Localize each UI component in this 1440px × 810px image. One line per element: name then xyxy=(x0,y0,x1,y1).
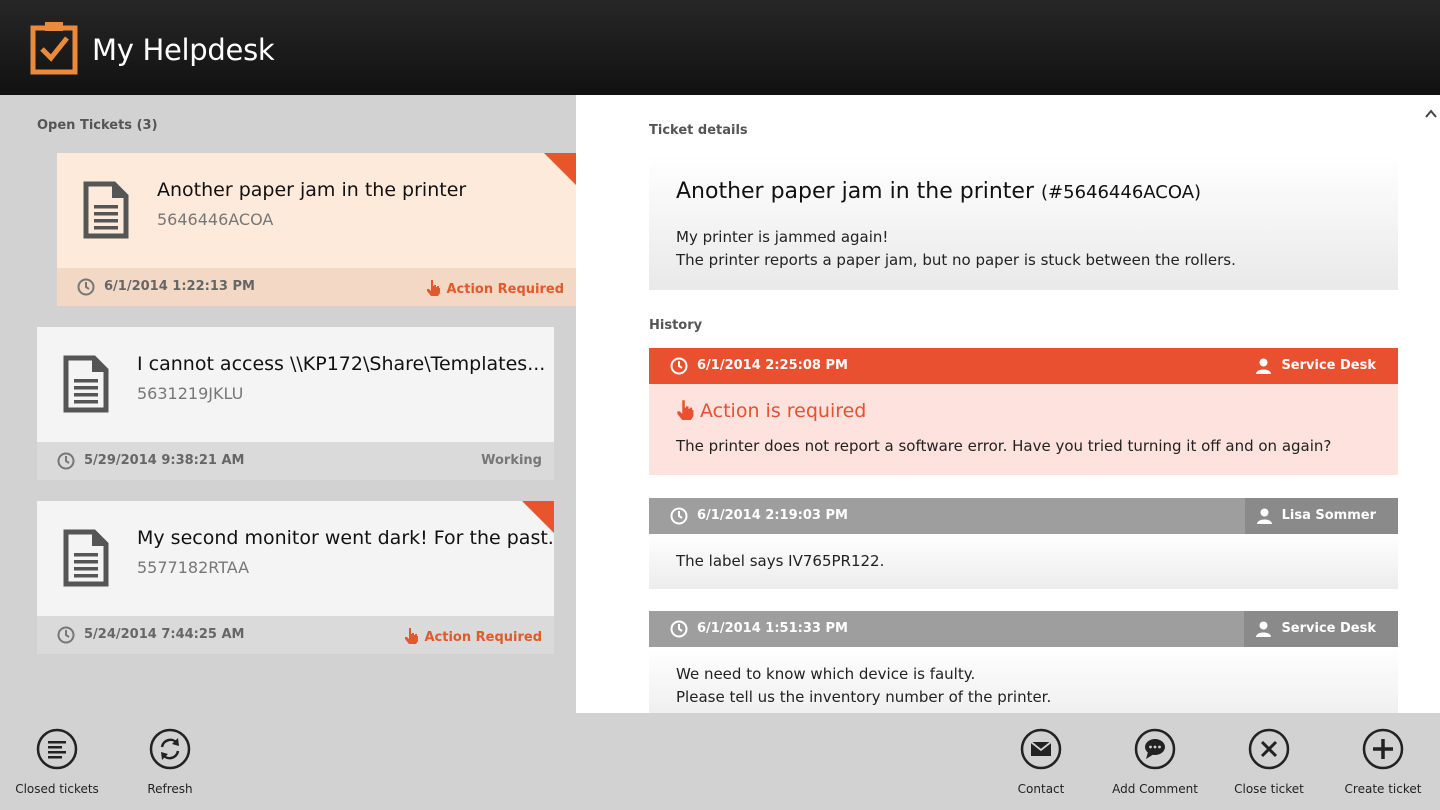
app-header: My Helpdesk xyxy=(0,0,1440,95)
ticket-date: 5/29/2014 9:38:21 AM xyxy=(84,453,245,468)
history-date: 6/1/2014 2:19:03 PM xyxy=(697,508,848,523)
history-message-line: The label says IV765PR122. xyxy=(676,552,885,570)
person-icon xyxy=(1256,508,1272,524)
ticket-item[interactable]: I cannot access \\KP172\Share\Templates.… xyxy=(37,327,554,480)
create-ticket-button[interactable]: Create ticket xyxy=(1328,728,1438,796)
clock-icon xyxy=(670,620,688,638)
ticket-footer: 6/1/2014 1:22:13 PM Action Required xyxy=(57,268,576,306)
ticket-item[interactable]: My second monitor went dark! For the pas… xyxy=(37,501,554,654)
clipboard-check-icon xyxy=(30,22,78,75)
contact-button[interactable]: Contact xyxy=(986,728,1096,796)
ticket-title: My second monitor went dark! For the pas… xyxy=(137,527,554,549)
refresh-button[interactable]: Refresh xyxy=(115,728,225,796)
pointing-hand-icon xyxy=(405,628,419,644)
detail-ticket-number: (#5646446ACOA) xyxy=(1041,182,1202,203)
ticket-status: Action Required xyxy=(404,627,542,645)
history-entry: 6/1/2014 2:25:08 PM Service Desk Action … xyxy=(649,348,1398,475)
history-entry: 6/1/2014 1:51:33 PM Service Desk We need… xyxy=(649,611,1398,713)
history-entry-header: 6/1/2014 2:25:08 PM Service Desk xyxy=(649,348,1398,384)
mail-icon xyxy=(1020,728,1062,770)
history-entry: 6/1/2014 2:19:03 PM Lisa Sommer The labe… xyxy=(649,498,1398,589)
comment-icon xyxy=(1134,728,1176,770)
ticket-status: Action Required xyxy=(426,279,564,297)
refresh-icon xyxy=(149,728,191,770)
history-entry-header: 6/1/2014 2:19:03 PM Lisa Sommer xyxy=(649,498,1398,534)
add-comment-button[interactable]: Add Comment xyxy=(1100,728,1210,796)
ticket-status: Working xyxy=(481,453,542,468)
closed-tickets-button[interactable]: Closed tickets xyxy=(2,728,112,796)
app-title: My Helpdesk xyxy=(92,33,275,67)
history-user: Service Desk xyxy=(1244,611,1398,647)
person-icon xyxy=(1256,358,1272,374)
action-corner-flag xyxy=(522,501,554,533)
clock-icon xyxy=(57,626,75,644)
history-message-line: Please tell us the inventory number of t… xyxy=(676,688,1052,706)
detail-description-line: My printer is jammed again! xyxy=(676,228,889,246)
clock-icon xyxy=(670,507,688,525)
pointing-hand-icon xyxy=(677,400,694,420)
document-icon xyxy=(83,181,129,239)
ticket-detail-pane[interactable]: Ticket details Another paper jam in the … xyxy=(576,95,1422,713)
action-corner-flag xyxy=(544,153,576,185)
ticket-id: 5646446ACOA xyxy=(157,210,274,229)
action-required-heading: Action is required xyxy=(676,399,866,422)
ticket-item-selected[interactable]: Another paper jam in the printer 5646446… xyxy=(57,153,576,306)
history-label: History xyxy=(649,318,703,333)
history-entry-body: Action is required The printer does not … xyxy=(649,384,1398,475)
person-icon xyxy=(1256,621,1272,637)
history-date: 6/1/2014 1:51:33 PM xyxy=(697,621,848,636)
document-icon xyxy=(63,355,109,413)
plus-icon xyxy=(1362,728,1404,770)
clock-icon xyxy=(57,452,75,470)
close-icon xyxy=(1248,728,1290,770)
history-message-line: The printer does not report a software e… xyxy=(676,437,1332,455)
clock-icon xyxy=(670,357,688,375)
document-icon xyxy=(63,529,109,587)
list-icon xyxy=(36,728,78,770)
ticket-title: Another paper jam in the printer xyxy=(157,179,467,201)
history-message-line: We need to know which device is faulty. xyxy=(676,665,976,683)
history-entry-header: 6/1/2014 1:51:33 PM Service Desk xyxy=(649,611,1398,647)
ticket-id: 5577182RTAA xyxy=(137,558,250,577)
pointing-hand-icon xyxy=(427,280,441,296)
detail-description-line: The printer reports a paper jam, but no … xyxy=(676,251,1236,269)
history-entry-body: The label says IV765PR122. xyxy=(649,534,1398,589)
history-user: Service Desk xyxy=(1244,348,1398,384)
history-entry-body: We need to know which device is faulty. … xyxy=(649,647,1398,713)
ticket-footer: 5/24/2014 7:44:25 AM Action Required xyxy=(37,616,554,654)
close-ticket-button[interactable]: Close ticket xyxy=(1214,728,1324,796)
ticket-title: I cannot access \\KP172\Share\Templates.… xyxy=(137,353,546,375)
ticket-date: 6/1/2014 1:22:13 PM xyxy=(104,279,255,294)
app-bar: Closed tickets Refresh Contact Add Comme… xyxy=(0,713,1440,810)
ticket-footer: 5/29/2014 9:38:21 AM Working xyxy=(37,442,554,480)
detail-scrollbar[interactable] xyxy=(1422,95,1440,713)
history-date: 6/1/2014 2:25:08 PM xyxy=(697,358,848,373)
clock-icon xyxy=(77,278,95,296)
ticket-details-label: Ticket details xyxy=(649,123,748,138)
history-user: Lisa Sommer xyxy=(1244,498,1398,534)
open-tickets-label: Open Tickets (3) xyxy=(37,118,158,133)
ticket-detail-card: Another paper jam in the printer (#56464… xyxy=(649,155,1398,290)
detail-title: Another paper jam in the printer (#56464… xyxy=(676,179,1202,204)
ticket-id: 5631219JKLU xyxy=(137,384,244,403)
scroll-up-arrow-icon[interactable] xyxy=(1425,109,1437,119)
ticket-date: 5/24/2014 7:44:25 AM xyxy=(84,627,245,642)
